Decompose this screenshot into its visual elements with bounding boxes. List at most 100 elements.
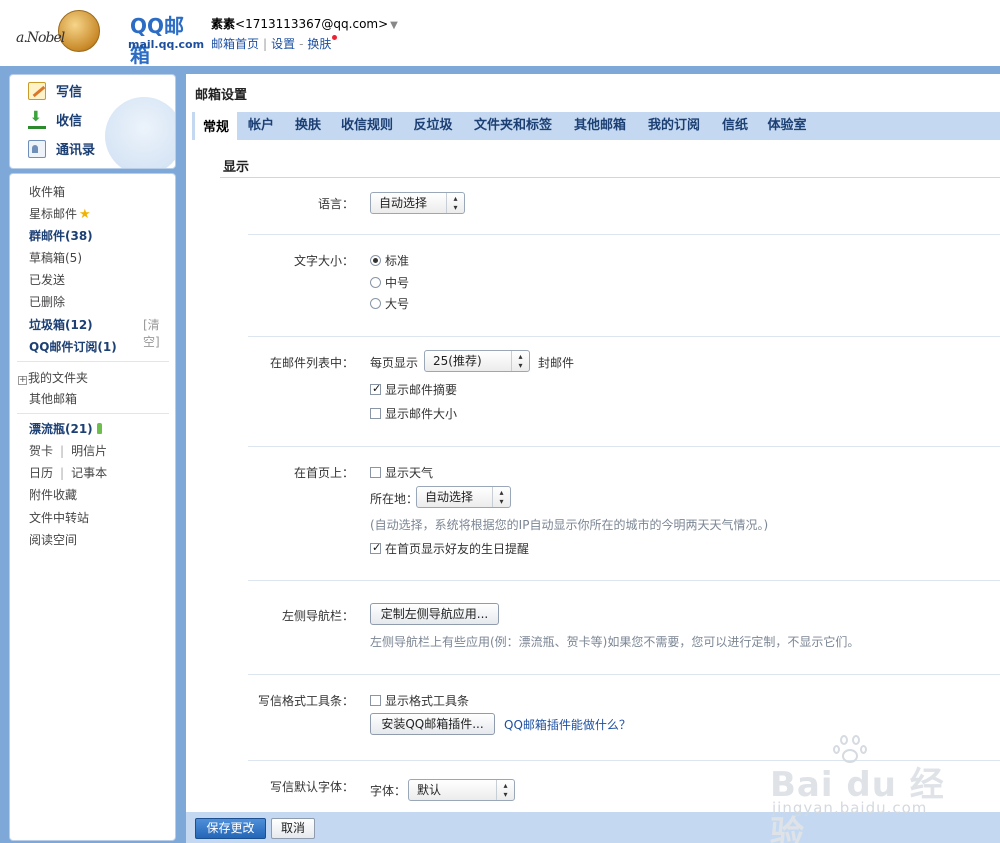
attachments-link[interactable]: 附件收藏 [29,486,77,503]
mailbox-home-link[interactable]: 邮箱首页 [211,37,259,51]
baidu-watermark: Bai du 经验 jingyan.baidu.com [770,735,970,843]
tab-receive-rules[interactable]: 收信规则 [336,112,398,140]
tab-skin[interactable]: 换肤 [289,112,327,140]
font-size-standard[interactable]: 标准 [370,252,409,269]
my-folders[interactable]: +我的文件夹 [18,369,88,386]
folder-deleted[interactable]: 已删除 [29,293,65,310]
checkbox-icon [370,382,381,395]
font-size-large[interactable]: 大号 [370,295,409,312]
show-summary-checkbox[interactable]: 显示邮件摘要 [370,381,457,398]
tab-stationery[interactable]: 信纸 [716,112,754,140]
folder-drafts[interactable]: 草稿箱(5) [29,249,82,266]
greeting-card-link[interactable]: 贺卡 [29,444,53,458]
settings-tabs: 常规 帐户 换肤 收信规则 反垃圾 文件夹和标签 其他邮箱 我的订阅 信纸 体验… [192,112,1000,140]
drift-bottle-label: 漂流瓶(21) [29,422,93,436]
brand-domain: mail.qq.com [128,38,205,51]
user-account[interactable]: 素素<1713113367@qq.com> ▼ [211,15,398,32]
font-size-large-label: 大号 [385,297,410,311]
per-page-select[interactable]: 25(推荐) ▴ ▾ [424,350,530,372]
font-size-medium[interactable]: 中号 [370,274,409,291]
show-birthday-checkbox[interactable]: 在首页显示好友的生日提醒 [370,540,529,557]
save-button[interactable]: 保存更改 [195,818,266,839]
install-plugin-button[interactable]: 安装QQ邮箱插件... [370,713,495,735]
write-label: 写信 [56,85,83,100]
settings-link[interactable]: 设置 [271,37,295,51]
location-value: 自动选择 [425,490,474,504]
clear-spam-link[interactable]: [清空] [143,316,175,350]
language-select[interactable]: 自动选择 ▴ ▾ [370,192,465,214]
qq-mail-logo[interactable]: a.Nobel QQ邮箱 mail.qq.com [14,8,204,67]
tab-other-mailbox[interactable]: 其他邮箱 [568,112,632,140]
folder-group[interactable]: 群邮件(38) [29,227,93,244]
nav-divider [17,413,169,414]
customize-left-nav-button[interactable]: 定制左侧导航应用... [370,603,499,625]
section-divider [220,177,1000,178]
file-transfer-link[interactable]: 文件中转站 [29,509,89,526]
radio-icon [370,277,381,288]
skin-link[interactable]: 换肤 [307,37,331,51]
bottle-icon [96,423,102,434]
notepad-link[interactable]: 记事本 [71,466,107,480]
write-mail-button[interactable]: 写信 [28,81,82,100]
other-mailbox[interactable]: 其他邮箱 [29,390,77,407]
plugin-info-link[interactable]: QQ邮箱插件能做什么？ [504,716,631,733]
postcard-link[interactable]: 明信片 [71,444,107,458]
notification-dot-icon [332,35,338,40]
tab-subscriptions[interactable]: 我的订阅 [642,112,706,140]
my-folders-label: 我的文件夹 [28,371,89,385]
section-title: 显示 [223,160,250,175]
receive-mail-button[interactable]: 收信 [28,109,82,129]
mail-list-label: 在邮件列表中： [269,356,354,370]
font-family-label: 字体： [370,784,407,798]
tab-general[interactable]: 常规 [195,112,237,140]
select-arrow-icon: ▴ ▾ [511,351,529,371]
row-divider [248,234,1000,235]
folder-spam[interactable]: 垃圾箱(12) [29,316,93,333]
folder-inbox[interactable]: 收件箱 [29,183,65,200]
select-arrow-icon: ▴ ▾ [496,780,514,800]
location-select[interactable]: 自动选择 ▴ ▾ [416,486,511,508]
select-arrow-icon: ▴ ▾ [446,193,464,213]
tab-labs[interactable]: 体验室 [762,112,812,140]
default-font-label: 写信默认字体： [269,780,354,794]
calendar-link[interactable]: 日历 [29,466,53,480]
folder-sent[interactable]: 已发送 [29,271,65,288]
folder-starred[interactable]: 星标邮件 ★ [29,205,91,222]
show-weather-checkbox[interactable]: 显示天气 [370,464,433,481]
checkbox-icon [370,467,381,478]
font-family-select[interactable]: 默认 ▴ ▾ [408,779,515,801]
radio-icon [370,298,381,309]
page-title: 邮箱设置 [195,88,248,103]
tab-anti-spam[interactable]: 反垃圾 [408,112,458,140]
receive-icon [28,109,46,129]
radio-icon [370,255,381,266]
checkbox-icon [370,408,381,419]
row-divider [248,674,1000,675]
caret-down-icon[interactable]: ▼ [390,20,398,31]
folder-starred-label: 星标邮件 [29,207,78,221]
folder-nav: 收件箱 星标邮件 ★ 群邮件(38) 草稿箱(5) 已发送 已删除 垃圾箱(12)… [9,173,176,841]
show-size-checkbox[interactable]: 显示邮件大小 [370,405,457,422]
contacts-label: 通讯录 [56,143,96,158]
show-toolbar-checkbox[interactable]: 显示格式工具条 [370,692,469,709]
nav-divider [17,361,169,362]
drift-bottle[interactable]: 漂流瓶(21) [29,420,102,437]
language-label: 语言： [317,197,354,211]
quick-actions-panel: 写信 收信 通讯录 [9,74,176,169]
per-page-value: 25(推荐) [433,354,482,368]
expand-icon[interactable]: + [18,376,27,385]
tab-folders-labels[interactable]: 文件夹和标签 [468,112,558,140]
row-divider [248,580,1000,581]
settings-panel: 邮箱设置 常规 帐户 换肤 收信规则 反垃圾 文件夹和标签 其他邮箱 我的订阅 … [186,74,1000,843]
reading-space-link[interactable]: 阅读空间 [29,531,77,548]
signature-icon: a.Nobel [16,30,65,46]
font-size-medium-label: 中号 [385,276,410,290]
tab-account[interactable]: 帐户 [242,112,280,140]
folder-subscriptions[interactable]: QQ邮件订阅(1) [29,338,117,355]
cancel-button[interactable]: 取消 [271,818,315,839]
show-summary-label: 显示邮件摘要 [385,383,458,397]
card-links: 贺卡 | 明信片 [29,444,108,458]
user-name: 素素 [211,17,236,31]
contacts-button[interactable]: 通讯录 [28,139,95,158]
font-family-value: 默认 [417,783,442,797]
